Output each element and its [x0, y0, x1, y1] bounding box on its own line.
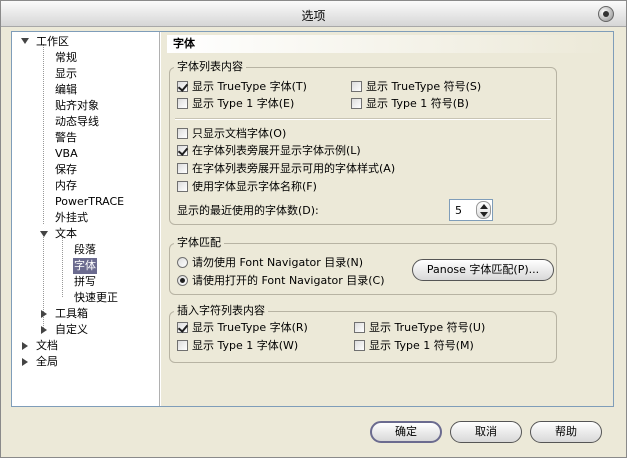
recent-fonts-spinner[interactable]: 5 [449, 199, 493, 221]
insert-truetype-symbol-checkbox[interactable] [354, 322, 365, 333]
tree-item-save[interactable]: 保存 [55, 162, 77, 178]
spin-buttons[interactable] [476, 201, 491, 219]
tree-item-general[interactable]: 常规 [55, 50, 77, 66]
show-truetype-symbol-label: 显示 TrueType 符号(S) [366, 80, 482, 93]
tree-item-customize[interactable]: 自定义 [55, 322, 88, 338]
use-font-name-checkbox[interactable] [177, 181, 188, 192]
spin-down-icon[interactable] [480, 212, 488, 217]
tree-item-font[interactable]: 字体 [73, 258, 97, 274]
divider [175, 118, 551, 120]
show-styles-checkbox[interactable] [177, 163, 188, 174]
show-type1-symbol-checkbox[interactable] [351, 98, 362, 109]
tree-item-paragraph[interactable]: 段落 [74, 242, 96, 258]
tree-item-document[interactable]: 文档 [36, 338, 58, 354]
dialog-client: 工作区 常规 显示 编辑 贴齐对象 动态导线 警告 VBA 保存 内存 Powe… [11, 31, 614, 407]
tree-item-display[interactable]: 显示 [55, 66, 77, 82]
expand-arrow-icon[interactable] [22, 342, 28, 350]
collapse-arrow-icon[interactable] [21, 38, 29, 44]
panose-match-button[interactable]: Panose 字体匹配(P)... [412, 259, 554, 281]
expand-arrow-icon[interactable] [22, 358, 28, 366]
show-type1-symbol-label: 显示 Type 1 符号(B) [366, 97, 469, 110]
only-doc-fonts-label: 只显示文档字体(O) [192, 127, 287, 140]
ok-button[interactable]: 确定 [370, 421, 442, 443]
spin-up-icon[interactable] [480, 204, 488, 209]
insert-type1-symbol-label: 显示 Type 1 符号(M) [369, 339, 474, 352]
recent-fonts-value: 5 [455, 204, 462, 217]
tree-item-vba[interactable]: VBA [55, 146, 78, 162]
help-button[interactable]: 帮助 [530, 421, 602, 443]
only-doc-fonts-checkbox[interactable] [177, 128, 188, 139]
show-truetype-symbol-checkbox[interactable] [351, 81, 362, 92]
tree-item-spelling[interactable]: 拼写 [74, 274, 96, 290]
insert-type1-font-checkbox[interactable] [177, 340, 188, 351]
tree-item-toolbox[interactable]: 工具箱 [55, 306, 88, 322]
show-styles-label: 在字体列表旁展开显示可用的字体样式(A) [192, 162, 396, 175]
tree-item-quick-correct[interactable]: 快速更正 [74, 290, 118, 306]
title-bar: 选项 [1, 1, 626, 27]
insert-char-group-title: 插入字符列表内容 [174, 305, 268, 317]
show-truetype-font-label: 显示 TrueType 字体(T) [192, 80, 307, 93]
show-type1-font-checkbox[interactable] [177, 98, 188, 109]
no-navigator-label: 请勿使用 Font Navigator 目录(N) [192, 256, 364, 269]
tree-item-text[interactable]: 文本 [55, 226, 77, 242]
insert-char-group [169, 311, 557, 363]
tree-item-warnings[interactable]: 警告 [55, 130, 77, 146]
tree-item-plugins[interactable]: 外挂式 [55, 210, 88, 226]
insert-type1-font-label: 显示 Type 1 字体(W) [192, 339, 299, 352]
font-match-group-title: 字体匹配 [174, 237, 224, 249]
tree-item-dynamic-guides[interactable]: 动态导线 [55, 114, 99, 130]
insert-truetype-font-label: 显示 TrueType 字体(R) [192, 321, 308, 334]
tree-item-snap[interactable]: 贴齐对象 [55, 98, 99, 114]
window-title: 选项 [301, 9, 326, 23]
show-type1-font-label: 显示 Type 1 字体(E) [192, 97, 295, 110]
cancel-button[interactable]: 取消 [450, 421, 522, 443]
collapse-arrow-icon[interactable] [40, 231, 48, 237]
panel-header: 字体 [167, 35, 607, 53]
insert-type1-symbol-checkbox[interactable] [354, 340, 365, 351]
expand-arrow-icon[interactable] [41, 310, 47, 318]
use-font-name-label: 使用字体显示字体名称(F) [192, 180, 317, 193]
options-dialog: 选项 工作区 常规 显示 编辑 贴齐对象 动态导线 警告 VBA 保存 内存 P… [0, 0, 627, 458]
expand-arrow-icon[interactable] [41, 326, 47, 334]
tree-item-global[interactable]: 全局 [36, 354, 58, 370]
close-icon[interactable] [598, 6, 614, 22]
no-navigator-radio[interactable] [177, 257, 188, 268]
tree-item-edit[interactable]: 编辑 [55, 82, 77, 98]
insert-truetype-font-checkbox[interactable] [177, 322, 188, 333]
tree-item-powertrace[interactable]: PowerTRACE [55, 194, 124, 210]
tree-item-workspace[interactable]: 工作区 [36, 34, 69, 50]
show-sample-label: 在字体列表旁展开显示字体示例(L) [192, 144, 361, 157]
recent-fonts-label: 显示的最近使用的字体数(D): [177, 204, 319, 217]
category-tree[interactable]: 工作区 常规 显示 编辑 贴齐对象 动态导线 警告 VBA 保存 内存 Powe… [12, 32, 160, 406]
show-truetype-font-checkbox[interactable] [177, 81, 188, 92]
show-sample-checkbox[interactable] [177, 145, 188, 156]
use-navigator-radio[interactable] [177, 275, 188, 286]
insert-truetype-symbol-label: 显示 TrueType 符号(U) [369, 321, 486, 334]
font-list-group-title: 字体列表内容 [174, 61, 246, 73]
tree-item-memory[interactable]: 内存 [55, 178, 77, 194]
font-settings-panel: 字体 字体列表内容 显示 TrueType 字体(T) 显示 TrueType … [161, 32, 613, 406]
use-navigator-label: 请使用打开的 Font Navigator 目录(C) [192, 274, 385, 287]
